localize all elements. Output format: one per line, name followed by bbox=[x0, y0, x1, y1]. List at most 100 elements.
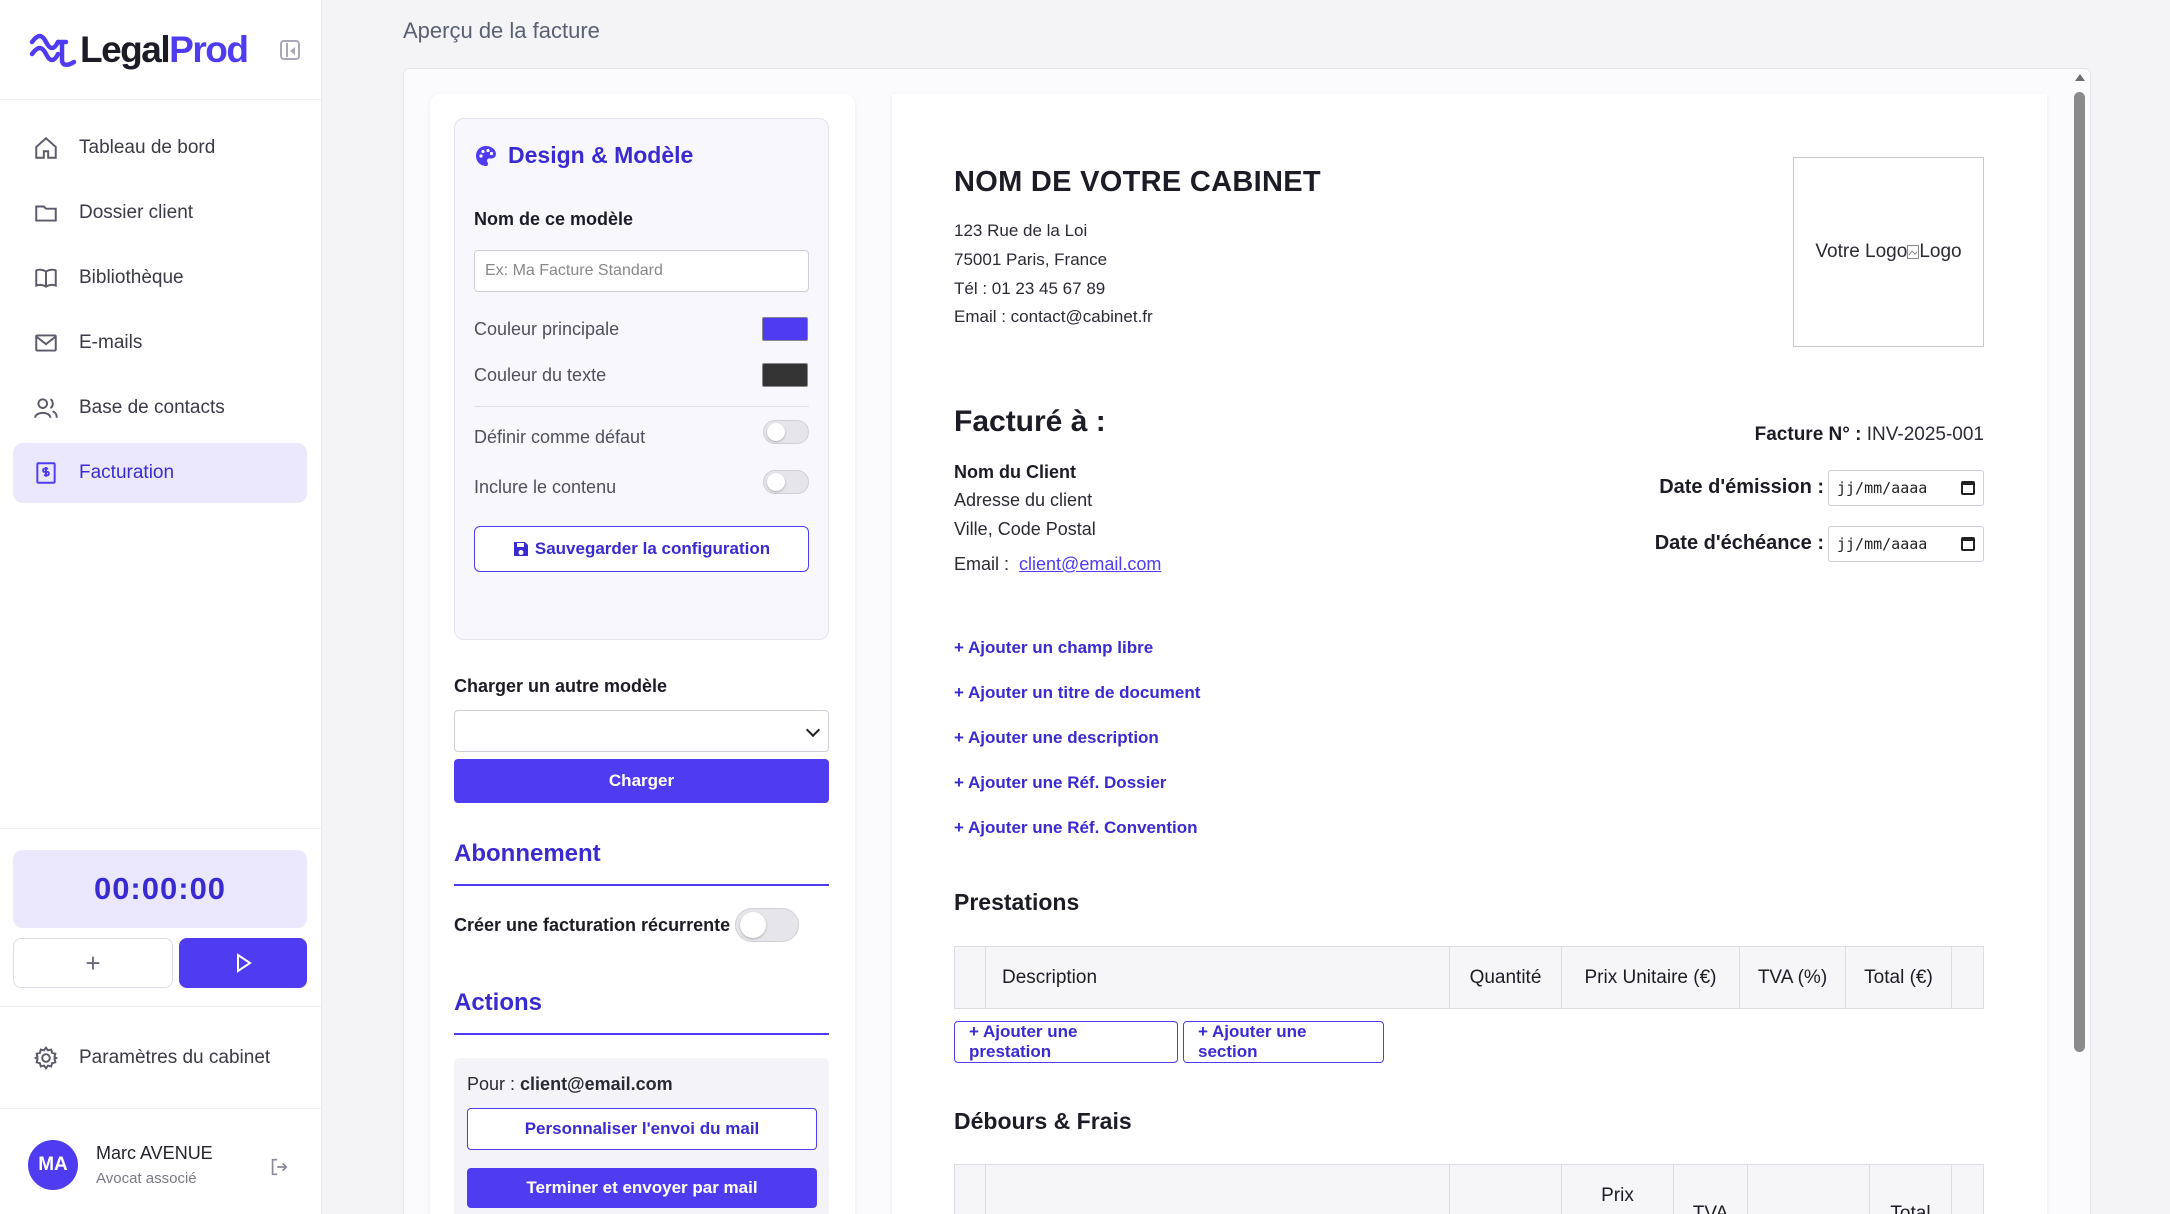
finish-send-button[interactable]: Terminer et envoyer par mail bbox=[467, 1168, 817, 1208]
issue-date-input[interactable]: jj/mm/aaaa bbox=[1828, 470, 1984, 506]
primary-color-picker[interactable] bbox=[762, 317, 808, 341]
client-email-link[interactable]: client@email.com bbox=[1019, 554, 1161, 574]
default-toggle-label: Définir comme défaut bbox=[474, 427, 646, 447]
due-date-input[interactable]: jj/mm/aaaa bbox=[1828, 526, 1984, 562]
save-config-label: Sauvegarder la configuration bbox=[534, 539, 771, 558]
divider bbox=[474, 406, 809, 407]
column-header bbox=[1747, 1165, 1869, 1214]
scrollbar[interactable] bbox=[2074, 92, 2085, 1052]
sidebar: LegalProd Tableau de bord Dossier client… bbox=[0, 0, 322, 1214]
column-header-actions bbox=[1951, 947, 1984, 1008]
nav-item-firm-settings[interactable]: Paramètres du cabinet bbox=[13, 1028, 307, 1088]
page-title: Aperçu de la facture bbox=[403, 18, 600, 43]
text-color-label: Couleur du texte bbox=[474, 365, 607, 385]
nav-item-emails[interactable]: E-mails bbox=[13, 313, 307, 373]
add-description-link[interactable]: + Ajouter une description bbox=[954, 728, 1159, 748]
column-header: TVA bbox=[1673, 1165, 1747, 1214]
customize-mail-button[interactable]: Personnaliser l'envoi du mail bbox=[467, 1108, 817, 1150]
brand-logo[interactable]: LegalProd bbox=[0, 0, 321, 100]
nav-item-contacts[interactable]: Base de contacts bbox=[13, 378, 307, 438]
add-free-field-link[interactable]: + Ajouter un champ libre bbox=[954, 638, 1153, 658]
expenses-title: Débours & Frais bbox=[954, 1108, 1132, 1134]
services-title: Prestations bbox=[954, 889, 1080, 915]
column-header bbox=[985, 1165, 1449, 1214]
client-name[interactable]: Nom du Client bbox=[954, 462, 1076, 483]
invoice-number-label: Facture N° : bbox=[1754, 424, 1862, 445]
invoice-icon bbox=[36, 462, 56, 484]
logo-placeholder[interactable]: Votre Logo Logo bbox=[1793, 157, 1984, 347]
actions-title: Actions bbox=[454, 989, 543, 1016]
column-header: Description bbox=[985, 947, 1405, 1008]
nav-label: Paramètres du cabinet bbox=[79, 1047, 271, 1068]
recipient-label: Pour : bbox=[467, 1074, 516, 1094]
client-city[interactable]: Ville, Code Postal bbox=[954, 519, 1096, 540]
user-profile[interactable]: MA Marc AVENUE Avocat associé bbox=[28, 1140, 213, 1190]
mail-icon bbox=[35, 334, 57, 352]
firm-address[interactable]: 123 Rue de la Loi bbox=[954, 221, 1087, 241]
nav-item-library[interactable]: Bibliothèque bbox=[13, 248, 307, 308]
include-content-toggle[interactable] bbox=[763, 470, 809, 494]
divider bbox=[0, 828, 322, 829]
date-placeholder: jj/mm/aaaa bbox=[1837, 479, 1928, 497]
scroll-up-icon[interactable] bbox=[2075, 74, 2085, 81]
subscription-title: Abonnement bbox=[454, 840, 601, 867]
nav-label: Facturation bbox=[79, 462, 175, 483]
primary-color-label: Couleur principale bbox=[474, 319, 620, 339]
column-header-actions bbox=[1951, 1165, 1984, 1214]
logout-icon[interactable] bbox=[268, 1156, 290, 1178]
start-timer-button[interactable] bbox=[179, 938, 307, 988]
add-time-entry-button[interactable]: + bbox=[13, 938, 173, 988]
nav-item-client-files[interactable]: Dossier client bbox=[13, 183, 307, 243]
load-template-button[interactable]: Charger bbox=[454, 759, 829, 803]
collapse-sidebar-icon[interactable] bbox=[280, 40, 300, 60]
logo-text: Votre Logo bbox=[1815, 241, 1908, 262]
template-select[interactable] bbox=[454, 710, 829, 752]
divider bbox=[454, 1033, 829, 1035]
save-config-button[interactable]: Sauvegarder la configuration bbox=[474, 526, 809, 572]
gear-icon bbox=[33, 1046, 59, 1070]
calendar-icon[interactable] bbox=[1961, 481, 1975, 495]
add-service-button[interactable]: + Ajouter une prestation bbox=[954, 1021, 1178, 1063]
column-header: Total (€) bbox=[1845, 947, 1951, 1008]
recipient-email: client@email.com bbox=[520, 1074, 673, 1094]
firm-phone[interactable]: Tél : 01 23 45 67 89 bbox=[954, 279, 1105, 299]
recipient-line: Pour : client@email.com bbox=[467, 1074, 673, 1095]
logo-alt-text: Logo bbox=[1919, 241, 1962, 262]
add-document-title-link[interactable]: + Ajouter un titre de document bbox=[954, 683, 1200, 703]
firm-name[interactable]: NOM DE VOTRE CABINET bbox=[954, 166, 1321, 199]
services-table-header: Description Quantité Prix Unitaire (€) T… bbox=[954, 946, 1984, 1009]
main-nav: Tableau de bord Dossier client Bibliothè… bbox=[13, 118, 307, 508]
add-section-button[interactable]: + Ajouter une section bbox=[1183, 1021, 1384, 1063]
billed-to-title: Facturé à : bbox=[954, 405, 1106, 438]
folder-icon bbox=[35, 205, 57, 222]
client-email-label: Email : bbox=[954, 554, 1010, 574]
column-header: Total bbox=[1869, 1165, 1951, 1214]
firm-email[interactable]: Email : contact@cabinet.fr bbox=[954, 307, 1153, 327]
recurring-billing-toggle[interactable] bbox=[735, 908, 799, 942]
invoice-number-row: Facture N° : INV-2025-001 bbox=[1755, 424, 1984, 446]
client-address[interactable]: Adresse du client bbox=[954, 490, 1092, 511]
nav-label: Tableau de bord bbox=[79, 137, 216, 158]
nav-label: E-mails bbox=[79, 332, 143, 353]
client-email-row: Email : client@email.com bbox=[954, 554, 1161, 575]
design-title: Design & Modèle bbox=[474, 142, 693, 169]
column-header: Prix Unitaire (€) bbox=[1561, 947, 1739, 1008]
default-toggle[interactable] bbox=[763, 420, 809, 444]
user-role: Avocat associé bbox=[96, 1170, 197, 1187]
nav-item-billing[interactable]: Facturation bbox=[13, 443, 307, 503]
add-agreement-ref-link[interactable]: + Ajouter une Réf. Convention bbox=[954, 818, 1198, 838]
add-file-ref-link[interactable]: + Ajouter une Réf. Dossier bbox=[954, 773, 1166, 793]
nav-item-dashboard[interactable]: Tableau de bord bbox=[13, 118, 307, 178]
expenses-table-header: Prix TVA Total bbox=[954, 1164, 1984, 1214]
recurring-billing-label: Créer une facturation récurrente bbox=[454, 915, 731, 935]
invoice-number[interactable]: INV-2025-001 bbox=[1867, 424, 1984, 445]
save-icon bbox=[513, 542, 528, 556]
column-header: Prix bbox=[1561, 1165, 1673, 1214]
calendar-icon[interactable] bbox=[1961, 537, 1975, 551]
divider bbox=[454, 884, 829, 886]
firm-city[interactable]: 75001 Paris, France bbox=[954, 250, 1107, 270]
avatar: MA bbox=[28, 1140, 78, 1190]
divider bbox=[0, 1006, 322, 1007]
template-name-input[interactable]: Ex: Ma Facture Standard bbox=[474, 250, 809, 292]
text-color-picker[interactable] bbox=[762, 363, 808, 387]
